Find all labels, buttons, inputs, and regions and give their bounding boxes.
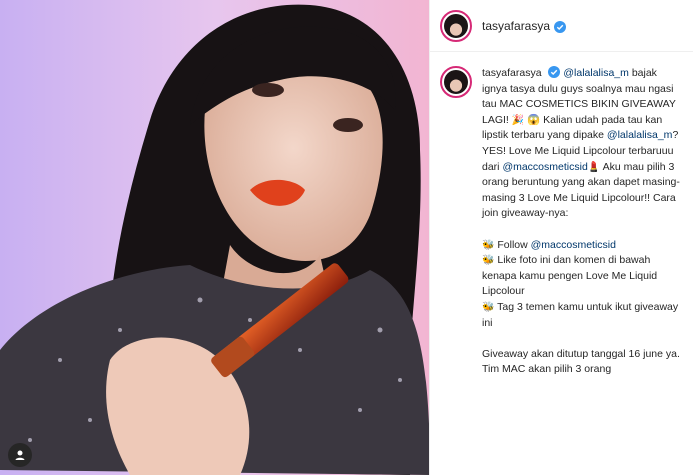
bee-emoji: 🐝: [482, 301, 495, 313]
party-emoji: 🎉: [511, 114, 525, 126]
post-sidebar: tasyafarasya tasyafarasya @lalalalisa_m …: [429, 0, 693, 475]
caption-text-segment: Follow: [494, 238, 531, 251]
mention-link[interactable]: @maccosmeticsid: [502, 161, 587, 173]
verified-badge-icon: [554, 20, 567, 33]
giveaway-step-2: 🐝 Like foto ini dan komen di bawah kenap…: [482, 253, 683, 300]
caption-text-segment: Like foto ini dan komen di bawah kenapa …: [482, 254, 658, 298]
lipstick-emoji: 💄: [587, 161, 601, 173]
caption-section: tasyafarasya @lalalalisa_m bajak ignya t…: [430, 52, 693, 475]
giveaway-step-1: 🐝 Follow @maccosmeticsid: [482, 238, 683, 254]
bee-emoji: 🐝: [482, 239, 495, 251]
caption-text-segment: Tag 3 temen kamu untuk ikut giveaway ini: [482, 300, 679, 329]
author-username[interactable]: tasyafarasya: [482, 19, 550, 33]
instagram-post: tasyafarasya tasyafarasya @lalalalisa_m …: [0, 0, 693, 475]
caption-author-avatar[interactable]: [440, 66, 472, 98]
caption-closing: Giveaway akan ditutup tanggal 16 june ya…: [482, 347, 680, 376]
giveaway-step-3: 🐝 Tag 3 temen kamu untuk ikut giveaway i…: [482, 300, 683, 331]
mention-link[interactable]: @maccosmeticsid: [531, 239, 616, 251]
photo-illustration: [0, 0, 429, 475]
caption-author[interactable]: tasyafarasya: [482, 67, 542, 79]
author-avatar[interactable]: [440, 9, 472, 42]
post-photo[interactable]: [0, 0, 429, 475]
caption-paragraph: tasyafarasya @lalalalisa_m bajak ignya t…: [482, 66, 683, 222]
caption-text: tasyafarasya @lalalalisa_m bajak ignya t…: [482, 66, 683, 475]
mention-link[interactable]: @lalalalisa_m: [607, 129, 673, 141]
user-tag-icon: [14, 449, 26, 461]
user-tag-button[interactable]: [8, 443, 32, 467]
bee-emoji: 🐝: [482, 255, 495, 267]
post-header: tasyafarasya: [430, 0, 693, 52]
caption-verified-badge-icon: [548, 66, 561, 78]
mention-link[interactable]: @lalalalisa_m: [563, 67, 629, 79]
